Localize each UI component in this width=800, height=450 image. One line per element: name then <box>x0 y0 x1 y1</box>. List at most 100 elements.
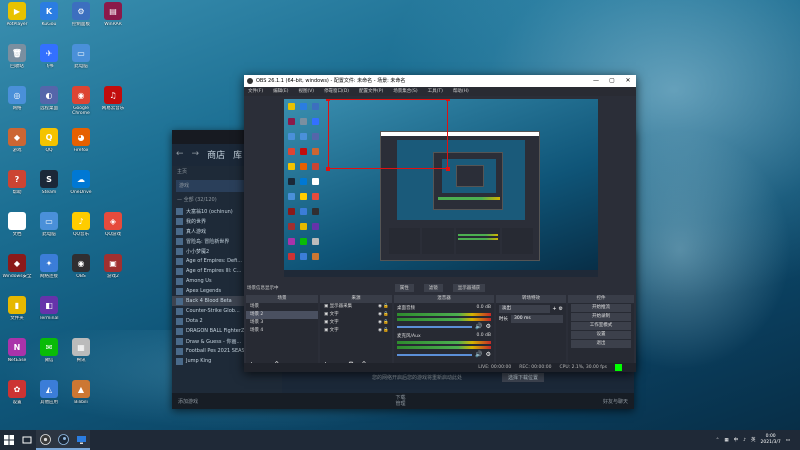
scene-item[interactable]: 场景 4 <box>246 327 318 335</box>
desktop-icon[interactable]: 🗑 回收站 <box>1 44 33 84</box>
properties-button[interactable]: 属性 <box>394 284 414 292</box>
nav-store[interactable]: 商店 <box>207 148 225 161</box>
desktop-icon[interactable]: ✉ 微信 <box>33 338 65 378</box>
notification-icon[interactable]: ▭ <box>786 438 790 443</box>
forward-arrow-icon[interactable]: → <box>192 149 200 159</box>
gear-icon[interactable]: ⚙ <box>559 306 563 312</box>
back-arrow-icon[interactable]: ← <box>176 149 184 159</box>
notice-button[interactable]: 选择下载位置 <box>502 372 545 382</box>
desktop-icon[interactable]: ✦ 网络连接 <box>33 254 65 294</box>
desktop-icon[interactable]: ▭ 此电脑 <box>33 212 65 252</box>
obs-preview[interactable] <box>284 99 598 277</box>
taskbar-steam[interactable] <box>54 430 72 450</box>
desktop-icon[interactable]: ▲ Bilibili <box>65 380 97 420</box>
desktop-icon[interactable]: ◕ Firefox <box>65 128 97 168</box>
desktop-icon[interactable]: ◆ 游戏 <box>1 128 33 168</box>
source-item[interactable]: ▣ 显示器采集 ◉ 🔒 <box>320 303 392 311</box>
resize-handle[interactable] <box>326 167 330 171</box>
gear-icon[interactable]: ⚙ <box>486 351 491 358</box>
menu-item[interactable]: 帮助(H) <box>453 87 469 96</box>
desktop-icon[interactable]: ⚙ 控制面板 <box>65 2 97 42</box>
lock-icon[interactable]: 🔒 <box>383 320 389 325</box>
desktop-icon[interactable]: ◉ OBS <box>65 254 97 294</box>
source-selection-box[interactable] <box>328 99 448 169</box>
resize-handle[interactable] <box>326 99 330 101</box>
lock-icon[interactable]: 🔒 <box>383 328 389 333</box>
menu-item[interactable]: 停靠窗口(D) <box>324 87 349 96</box>
desktop-icon[interactable]: ✿ 设置 <box>1 380 33 420</box>
desktop-icon[interactable]: ◈ QQ游戏 <box>97 212 129 252</box>
scene-item[interactable]: 场景 <box>246 303 318 311</box>
lock-icon[interactable]: 🔒 <box>383 312 389 317</box>
desktop-icon[interactable]: ▦ 腾讯 <box>65 338 97 378</box>
menu-item[interactable]: 工具(T) <box>428 87 443 96</box>
taskbar-obs[interactable] <box>36 430 54 450</box>
ime-indicator[interactable]: 中 <box>734 437 739 443</box>
desktop-icon[interactable]: ◧ Terminal <box>33 296 65 336</box>
control-button[interactable]: 设置 <box>571 331 631 339</box>
source-item[interactable]: ▣ 文字 ◉ 🔒 <box>320 311 392 319</box>
desktop-icon[interactable]: ▮ 文件夹 <box>1 296 33 336</box>
obs-titlebar[interactable]: OBS 26.1.1 (64-bit, windows) - 配置文件: 未命名… <box>244 75 636 87</box>
transition-select[interactable]: 淡出 <box>499 305 551 313</box>
maximize-icon[interactable]: ▢ <box>604 75 620 87</box>
desktop-icon[interactable]: S Steam <box>33 170 65 210</box>
clock[interactable]: 0:00 2021/3/7 <box>761 434 781 446</box>
menu-item[interactable]: 配置文件(P) <box>359 87 383 96</box>
menu-item[interactable]: 编辑(E) <box>273 87 288 96</box>
desktop-icon[interactable]: K KuGou <box>33 2 65 42</box>
desktop-icon[interactable]: ▶ PotPlayer <box>1 2 33 42</box>
add-game-button[interactable]: 添加游戏 <box>178 398 198 405</box>
nav-library[interactable]: 库 <box>233 148 242 161</box>
desktop-icon[interactable]: ◉ Google Chrome <box>65 86 97 126</box>
desktop-icon[interactable]: ◭ 其他应用 <box>33 380 65 420</box>
resize-handle[interactable] <box>446 167 450 171</box>
desktop-icon[interactable]: ? 帮助 <box>1 170 33 210</box>
speaker-icon[interactable]: ♪ <box>743 438 746 443</box>
desktop-icon[interactable]: ◆ Windows安全 <box>1 254 33 294</box>
control-button[interactable]: 工作室模式 <box>571 322 631 330</box>
menu-item[interactable]: 文件(F) <box>248 87 263 96</box>
control-button[interactable]: 退出 <box>571 340 631 348</box>
resize-handle[interactable] <box>446 99 450 101</box>
menu-item[interactable]: 场景集合(S) <box>393 87 417 96</box>
desktop-icon[interactable]: ▤ WinRAR <box>97 2 129 42</box>
desktop-icon[interactable]: ☁ OneDrive <box>65 170 97 210</box>
network-icon[interactable]: ▦ <box>724 438 728 443</box>
friends-chat-button[interactable]: 好友与聊天 <box>603 398 628 405</box>
chevron-up-icon[interactable]: ⌃ <box>716 438 720 443</box>
desktop-icon[interactable]: ◎ 网络 <box>1 86 33 126</box>
close-icon[interactable]: ✕ <box>620 75 636 87</box>
desktop-icon[interactable]: ▣ 游戏2 <box>97 254 129 294</box>
desktop-icon[interactable]: N NetEase <box>1 338 33 378</box>
display-capture-button[interactable]: 显示器捕获 <box>452 284 486 292</box>
minimize-icon[interactable]: — <box>588 75 604 87</box>
desktop-icon[interactable]: Q QQ <box>33 128 65 168</box>
desktop-icon[interactable]: ◐ 远程桌面 <box>33 86 65 126</box>
desktop-icon[interactable]: ▯ 文档 <box>1 212 33 252</box>
task-view-button[interactable] <box>18 430 36 450</box>
duration-input[interactable]: 300 ms <box>511 315 563 323</box>
scene-item[interactable]: 场景 3 <box>246 319 318 327</box>
downloads-button[interactable]: 下载 管理 <box>395 395 405 407</box>
volume-slider[interactable] <box>397 353 473 356</box>
menu-item[interactable]: 视图(V) <box>298 87 314 96</box>
gear-icon[interactable]: ⚙ <box>486 323 491 330</box>
filters-button[interactable]: 滤镜 <box>423 284 443 292</box>
control-button[interactable]: 开始录制 <box>571 313 631 321</box>
volume-slider[interactable] <box>397 325 473 328</box>
desktop-icon[interactable]: ♫ 网易云音乐 <box>97 86 129 126</box>
desktop-icon[interactable]: ▭ 此电脑 <box>65 44 97 84</box>
source-item[interactable]: ▣ 文字 ◉ 🔒 <box>320 327 392 335</box>
source-item[interactable]: ▣ 文字 ◉ 🔒 <box>320 319 392 327</box>
add-icon[interactable]: + <box>552 306 556 312</box>
speaker-icon[interactable]: 🔊 <box>475 351 482 358</box>
lock-icon[interactable]: 🔒 <box>383 304 389 309</box>
speaker-icon[interactable]: 🔊 <box>475 323 482 330</box>
obs-window[interactable]: OBS 26.1.1 (64-bit, windows) - 配置文件: 未命名… <box>244 75 636 372</box>
start-button[interactable] <box>0 430 18 450</box>
control-button[interactable]: 开始推流 <box>571 304 631 312</box>
desktop-icon[interactable]: ✈ 飞书 <box>33 44 65 84</box>
desktop-icon[interactable]: ♪ QQ音乐 <box>65 212 97 252</box>
language-indicator[interactable]: 英 <box>751 437 756 443</box>
